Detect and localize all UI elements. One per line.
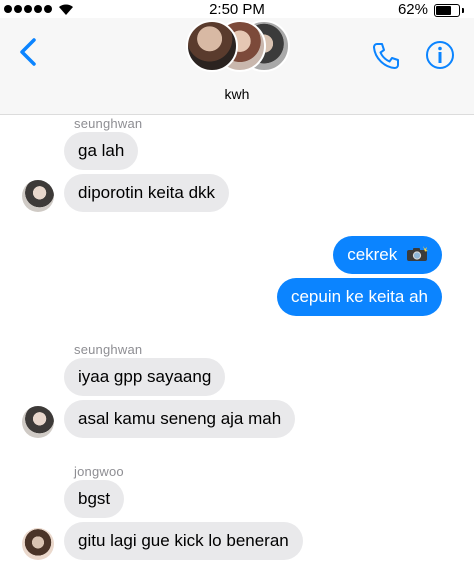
back-chevron-icon[interactable] <box>14 34 44 70</box>
battery-icon <box>434 4 464 17</box>
conversation-header: kwh <box>0 18 474 115</box>
outgoing-message-bubble[interactable]: cekrek <box>333 236 442 274</box>
sender-name: seunghwan <box>74 116 143 131</box>
info-icon[interactable] <box>425 40 455 70</box>
incoming-message-bubble[interactable]: gitu lagi gue kick lo beneran <box>64 522 303 560</box>
sender-name: seunghwan <box>74 342 143 357</box>
conversation-name[interactable]: kwh <box>0 86 474 102</box>
phone-call-icon[interactable] <box>370 40 402 72</box>
group-member-avatar <box>186 20 238 72</box>
incoming-message-bubble[interactable]: bgst <box>64 480 125 518</box>
sender-name: jongwoo <box>74 464 124 479</box>
incoming-message-bubble[interactable]: ga lah <box>64 132 139 170</box>
sender-avatar[interactable] <box>22 406 54 438</box>
incoming-message-bubble[interactable]: asal kamu seneng aja mah <box>64 400 296 438</box>
incoming-message-bubble[interactable]: diporotin keita dkk <box>64 174 230 212</box>
message-text: cekrek <box>347 245 398 264</box>
incoming-message-bubble[interactable]: iyaa gpp sayaang <box>64 358 226 396</box>
sender-avatar[interactable] <box>22 180 54 212</box>
status-bar: 2:50 PM 62% <box>0 0 474 18</box>
group-avatar-stack[interactable] <box>186 20 296 76</box>
camera-flash-icon <box>406 238 428 261</box>
sender-avatar[interactable] <box>22 528 54 560</box>
battery-percentage: 62% <box>397 1 428 18</box>
outgoing-message-bubble[interactable]: cepuin ke keita ah <box>276 278 442 316</box>
